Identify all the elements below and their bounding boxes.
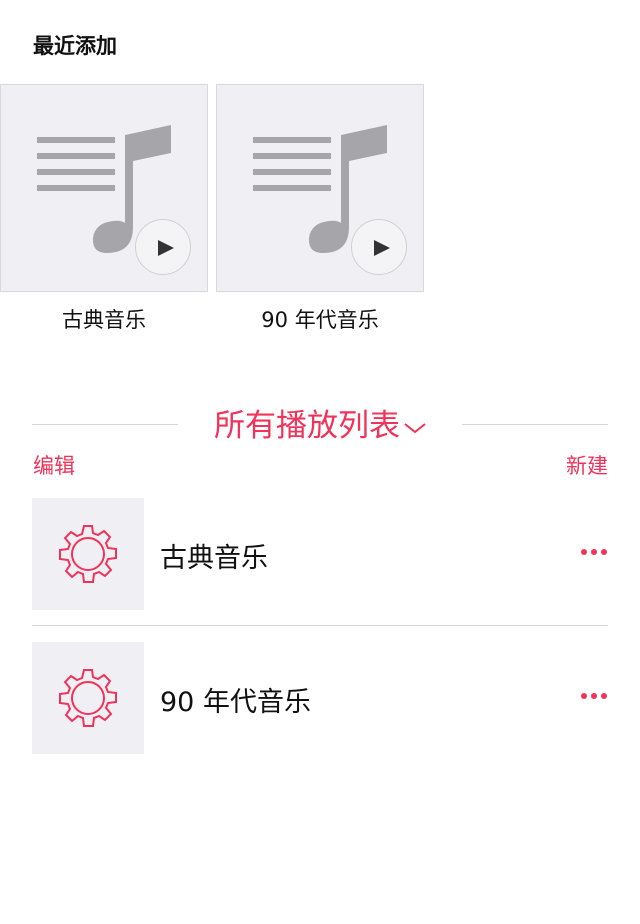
album-title[interactable]: 古典音乐 [0, 304, 208, 334]
gear-icon [59, 525, 117, 583]
album-cover[interactable] [0, 84, 208, 292]
play-icon [158, 240, 174, 256]
edit-button[interactable]: 编辑 [33, 450, 75, 480]
play-button[interactable] [351, 219, 407, 275]
more-options-icon[interactable] [580, 548, 608, 556]
chevron-down-icon [404, 422, 426, 433]
playlist-title: 90 年代音乐 [160, 687, 311, 718]
play-icon [374, 240, 390, 256]
playlist-title: 古典音乐 [160, 543, 268, 574]
playlist-row[interactable]: 古典音乐 [32, 498, 608, 610]
album-cover[interactable] [216, 84, 424, 292]
playlist-filter-dropdown[interactable]: 所有播放列表 [0, 400, 640, 445]
playlist-thumbnail [32, 498, 144, 610]
recently-added-title: 最近添加 [33, 34, 117, 58]
album-title[interactable]: 90 年代音乐 [216, 304, 424, 334]
more-options-icon[interactable] [580, 692, 608, 700]
playlist-row[interactable]: 90 年代音乐 [32, 642, 608, 754]
playlist-filter-label: 所有播放列表 [214, 408, 400, 444]
gear-icon [59, 669, 117, 727]
playlist-thumbnail [32, 642, 144, 754]
album-card-classical[interactable]: 古典音乐 [0, 84, 208, 334]
play-button[interactable] [135, 219, 191, 275]
album-card-90s[interactable]: 90 年代音乐 [216, 84, 424, 334]
row-divider [32, 625, 608, 626]
new-playlist-button[interactable]: 新建 [566, 450, 608, 480]
